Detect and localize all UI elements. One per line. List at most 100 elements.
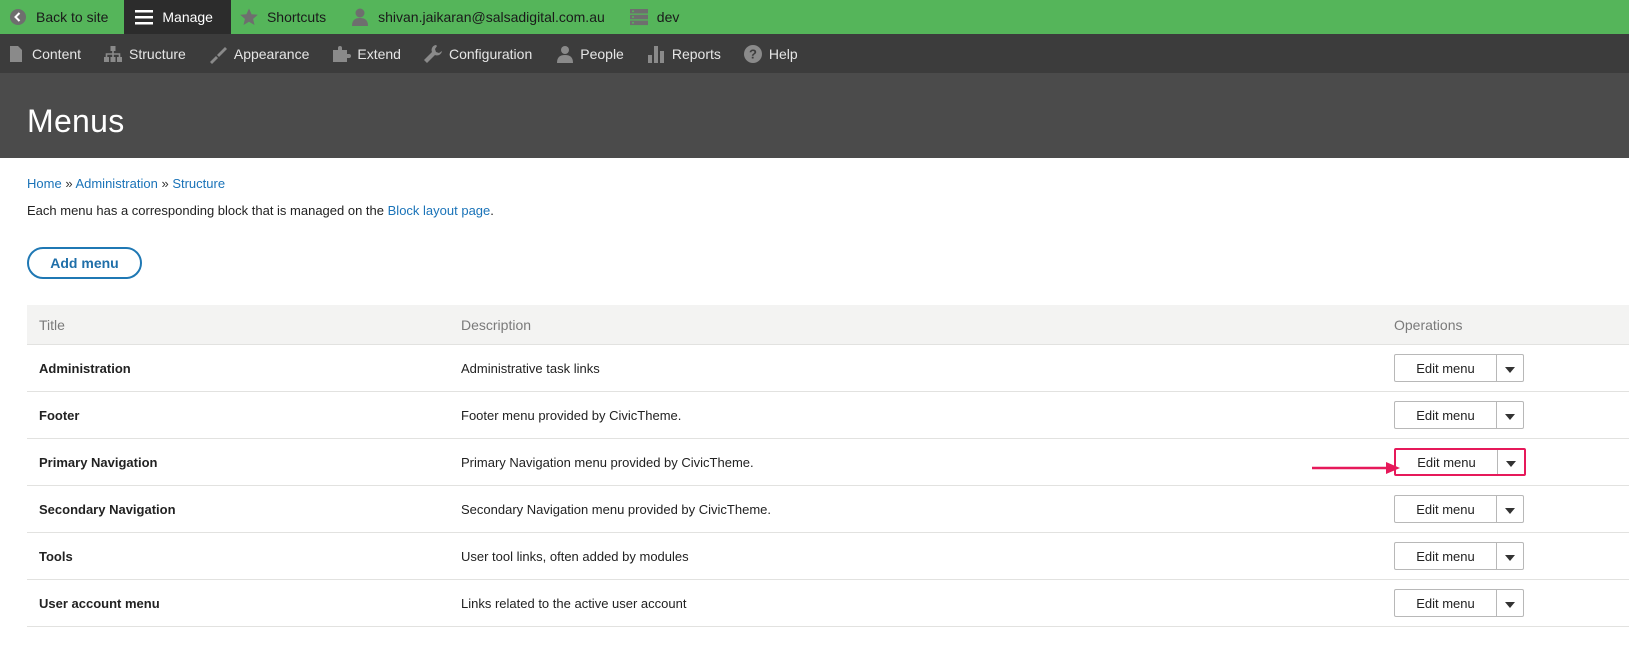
column-header-operations: Operations: [1394, 316, 1463, 333]
caret-down-icon: [1505, 361, 1515, 376]
table-row: Secondary Navigation Secondary Navigatio…: [27, 486, 1629, 533]
operations-toggle[interactable]: [1497, 496, 1523, 522]
user-icon: [348, 5, 372, 29]
menu-title: Primary Navigation: [39, 454, 158, 470]
edit-menu-button[interactable]: Edit menu: [1395, 402, 1497, 428]
tray-item-appearance[interactable]: Appearance: [202, 34, 320, 73]
tray-item-content[interactable]: Content: [0, 34, 91, 73]
breadcrumb-administration[interactable]: Administration: [75, 176, 157, 191]
menu-title: User account menu: [39, 595, 160, 611]
help-text: Each menu has a corresponding block that…: [27, 203, 494, 218]
tray-item-configuration[interactable]: Configuration: [417, 34, 542, 73]
operations-toggle[interactable]: [1497, 355, 1523, 381]
edit-menu-button[interactable]: Edit menu: [1395, 590, 1497, 616]
annotation-arrow-icon: [1312, 462, 1400, 474]
block-layout-link[interactable]: Block layout page: [388, 203, 491, 218]
tray-item-extend[interactable]: Extend: [325, 34, 411, 73]
puzzle-icon: [331, 44, 352, 64]
tray-item-label: Help: [768, 45, 798, 62]
add-menu-button[interactable]: Add menu: [27, 247, 142, 279]
admin-tray: Content Structure Appearance Extend Conf…: [0, 34, 1629, 73]
operations-dropbutton: Edit menu: [1394, 542, 1524, 570]
edit-menu-button[interactable]: Edit menu: [1396, 450, 1498, 474]
document-icon: [6, 44, 26, 64]
shortcuts-label: Shortcuts: [266, 9, 327, 25]
caret-down-icon: [1505, 408, 1515, 423]
operations-dropbutton: Edit menu: [1394, 354, 1524, 382]
help-text-prefix: Each menu has a corresponding block that…: [27, 203, 385, 218]
breadcrumb-separator: »: [65, 176, 73, 191]
table-row: Administration Administrative task links…: [27, 345, 1629, 392]
menu-title: Footer: [39, 407, 80, 423]
caret-down-icon: [1505, 502, 1515, 517]
caret-down-icon: [1506, 455, 1516, 470]
tray-item-label: Appearance: [233, 45, 310, 62]
menu-title: Administration: [39, 360, 131, 376]
menu-title: Tools: [39, 548, 73, 564]
column-header-description: Description: [461, 316, 532, 333]
svg-text:?: ?: [749, 46, 757, 61]
tray-item-reports[interactable]: Reports: [640, 34, 731, 73]
chevron-left-circle-icon: [6, 5, 30, 29]
table-header: Title Description Operations: [27, 305, 1629, 345]
page-header: Menus: [0, 73, 1629, 158]
help-icon: ?: [743, 44, 763, 64]
menu-description: Footer menu provided by CivicTheme.: [461, 407, 682, 423]
breadcrumb: Home » Administration » Structure: [27, 176, 225, 191]
breadcrumb-separator: »: [161, 176, 169, 191]
breadcrumb-structure[interactable]: Structure: [172, 176, 225, 191]
tray-item-structure[interactable]: Structure: [97, 34, 196, 73]
tray-item-label: Structure: [129, 45, 186, 62]
column-header-title: Title: [39, 316, 65, 333]
server-icon: [627, 5, 651, 29]
operations-toggle[interactable]: [1497, 543, 1523, 569]
tray-item-label: Configuration: [448, 45, 533, 62]
back-to-site-label: Back to site: [36, 9, 109, 25]
tray-item-help[interactable]: ? Help: [737, 34, 808, 73]
people-icon: [554, 44, 574, 64]
operations-toggle[interactable]: [1498, 450, 1524, 474]
menu-description: Primary Navigation menu provided by Civi…: [461, 454, 754, 470]
user-email: shivan.jaikaran@salsadigital.com.au: [378, 9, 605, 25]
menu-description: Links related to the active user account: [461, 595, 687, 611]
menu-title: Secondary Navigation: [39, 501, 176, 517]
menu-description: Secondary Navigation menu provided by Ci…: [461, 501, 771, 517]
operations-dropbutton: Edit menu: [1394, 589, 1524, 617]
tray-item-label: Content: [32, 45, 82, 62]
table-row: Tools User tool links, often added by mo…: [27, 533, 1629, 580]
caret-down-icon: [1505, 549, 1515, 564]
operations-dropbutton: Edit menu: [1394, 495, 1524, 523]
shortcuts-tab[interactable]: Shortcuts: [231, 0, 342, 34]
user-tab[interactable]: shivan.jaikaran@salsadigital.com.au: [342, 0, 621, 34]
star-icon: [237, 5, 261, 29]
wrench-icon: [423, 44, 443, 64]
back-to-site-link[interactable]: Back to site: [0, 0, 124, 34]
sitemap-icon: [103, 44, 123, 64]
manage-label: Manage: [162, 9, 213, 25]
help-text-suffix: .: [490, 203, 494, 218]
menu-description: User tool links, often added by modules: [461, 548, 689, 564]
menu-description: Administrative task links: [461, 360, 600, 376]
tray-item-label: Reports: [671, 45, 721, 62]
paintbrush-icon: [208, 44, 228, 64]
table-row: User account menu Links related to the a…: [27, 580, 1629, 627]
operations-toggle[interactable]: [1497, 402, 1523, 428]
caret-down-icon: [1505, 596, 1515, 611]
operations-dropbutton-highlighted: Edit menu: [1394, 448, 1526, 476]
tray-item-people[interactable]: People: [548, 34, 634, 73]
edit-menu-button[interactable]: Edit menu: [1395, 496, 1497, 522]
hamburger-icon: [132, 5, 156, 29]
operations-toggle[interactable]: [1497, 590, 1523, 616]
edit-menu-button[interactable]: Edit menu: [1395, 543, 1497, 569]
environment-label: dev: [656, 9, 680, 25]
table-row: Footer Footer menu provided by CivicThem…: [27, 392, 1629, 439]
bar-chart-icon: [646, 44, 666, 64]
environment-tab[interactable]: dev: [621, 0, 696, 34]
tray-item-label: People: [580, 45, 624, 62]
admin-toolbar: Back to site Manage Shortcuts shivan.jai…: [0, 0, 1629, 34]
edit-menu-button[interactable]: Edit menu: [1395, 355, 1497, 381]
manage-tab[interactable]: Manage: [124, 0, 231, 34]
tray-item-label: Extend: [357, 45, 401, 62]
page-title: Menus: [27, 103, 125, 139]
breadcrumb-home[interactable]: Home: [27, 176, 62, 191]
